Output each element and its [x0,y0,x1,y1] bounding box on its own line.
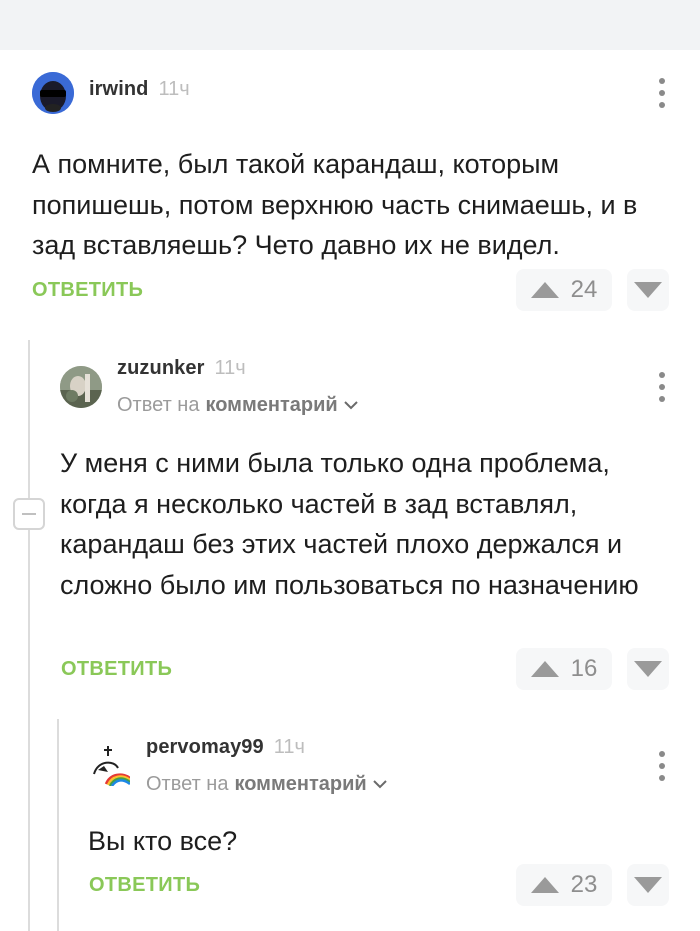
arrow-up-icon [530,661,559,677]
avatar-image [88,744,130,786]
arrow-up-icon [530,282,559,298]
rating-count: 16 [570,655,598,682]
upvote-button[interactable]: 24 [516,269,612,311]
collapse-thread-button[interactable] [13,498,45,530]
comment-text: А помните, был такой карандаш, которым п… [32,149,638,260]
reply-button[interactable]: ОТВЕТИТЬ [89,874,200,897]
arrow-down-icon [634,282,662,298]
more-options-icon[interactable] [657,372,667,402]
top-bar [0,0,700,50]
arrow-down-icon [634,661,662,677]
user-avatar[interactable] [88,744,130,786]
more-options-icon[interactable] [657,78,667,108]
thread-line-nested[interactable] [57,719,59,931]
comment-header: zuzunker 11ч [117,357,246,380]
comment-header: irwind 11ч [89,78,190,101]
reply-button[interactable]: ОТВЕТИТЬ [61,658,172,681]
reply-to-prefix: Ответ на [146,773,229,795]
comment-time: 11ч [273,736,305,758]
rating-count: 23 [570,871,598,898]
downvote-button[interactable] [627,269,669,311]
username[interactable]: irwind [89,78,149,101]
reply-to-link[interactable]: Ответ на комментарий [146,773,387,796]
reply-to-target: комментарий [234,773,367,795]
reply-to-target: комментарий [205,394,338,416]
arrow-down-icon [634,877,662,893]
username[interactable]: zuzunker [117,357,204,380]
rating-count: 24 [570,276,598,303]
upvote-button[interactable]: 16 [516,648,612,690]
arrow-up-icon [530,877,559,893]
more-options-icon[interactable] [657,751,667,781]
chevron-down-icon [343,401,358,410]
reply-button[interactable]: ОТВЕТИТЬ [32,279,143,302]
reply-to-prefix: Ответ на [117,394,200,416]
username[interactable]: pervomay99 [146,736,264,759]
thread-line[interactable] [28,340,30,931]
comment-header: pervomay99 11ч [146,736,305,759]
avatar-image [60,366,102,408]
user-avatar[interactable] [32,72,74,114]
comment-time: 11ч [214,357,246,379]
downvote-button[interactable] [627,648,669,690]
downvote-button[interactable] [627,864,669,906]
chevron-down-icon [372,780,387,789]
comment-text: Вы кто все? [88,826,238,856]
user-avatar[interactable] [60,366,102,408]
reply-to-link[interactable]: Ответ на комментарий [117,394,358,417]
upvote-button[interactable]: 23 [516,864,612,906]
comment-text: У меня с ними была только одна проблема,… [60,448,639,600]
comment-time: 11ч [158,78,190,100]
avatar-image [32,72,74,114]
